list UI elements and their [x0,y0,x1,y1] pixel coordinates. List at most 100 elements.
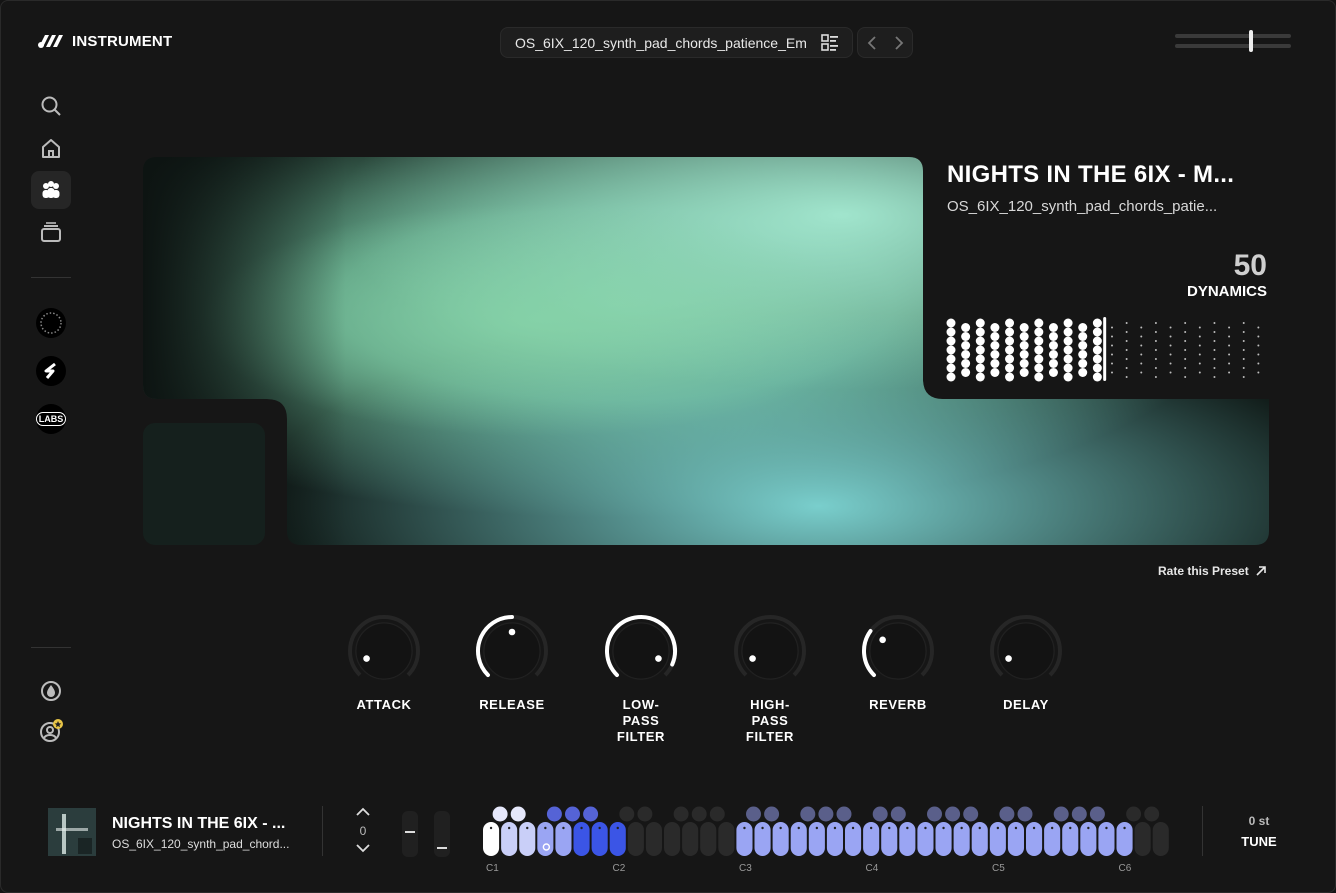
piano-black-key[interactable] [546,806,562,822]
next-preset-icon[interactable] [894,35,904,50]
piano-key[interactable] [645,822,662,856]
piano-keyboard[interactable] [482,804,1172,874]
piano-black-key[interactable] [583,806,599,822]
preset-name: OS_6IX_120_synth_pad_chords_patience_Em [515,34,807,51]
dynamics-dot-on [975,372,985,382]
knob-highpass[interactable]: HIGH- PASS FILTER [720,613,820,745]
knob-lowpass[interactable]: LOW- PASS FILTER [591,613,691,745]
piano-black-key[interactable] [963,806,979,822]
piano-black-key[interactable] [1071,806,1087,822]
sidebar-item-account[interactable] [31,712,71,750]
piano-black-key[interactable] [510,806,526,822]
piano-black-key[interactable] [927,806,942,822]
release-knob-dial[interactable] [474,613,550,689]
knob-release[interactable]: RELEASE [462,613,562,713]
piano-black-key[interactable] [836,806,852,822]
knob-delay[interactable]: DELAY [976,613,1076,713]
previous-preset-icon[interactable] [867,35,877,50]
piano-key[interactable] [718,822,735,856]
piano-black-key[interactable] [637,806,653,822]
bottom-divider-right [1202,806,1203,856]
mod-wheel[interactable] [434,811,450,857]
knob-face [997,622,1055,680]
dynamics-dot-on [1092,363,1102,373]
piano-key[interactable] [627,822,644,856]
piano-key[interactable] [1152,822,1169,856]
master-volume-slider[interactable] [1175,30,1293,52]
piano-black-key[interactable] [673,806,689,822]
dynamics-dot-off [1169,362,1172,365]
sidebar-item-search[interactable] [31,87,71,125]
knob-indicator [1005,655,1012,662]
piano-black-key[interactable] [1126,806,1142,822]
delay-knob-dial[interactable] [988,613,1064,689]
dynamics-dot-off [1198,362,1201,365]
dynamics-dot-off [1213,367,1216,369]
dynamics-dot-on [946,336,956,346]
app-logo[interactable]: INSTRUMENT [37,31,172,51]
piano-black-key[interactable] [890,806,906,822]
dynamics-dot-off [1184,331,1187,333]
piano-black-key[interactable] [1017,806,1033,822]
sidebar-item-home[interactable] [31,129,71,167]
home-icon [42,139,60,158]
piano-black-key[interactable] [1089,806,1105,822]
key-marker [562,826,565,830]
preset-list-icon[interactable] [818,33,844,53]
lowpass-knob-dial[interactable] [603,613,679,689]
preset-selector[interactable]: OS_6IX_120_synth_pad_chords_patience_Em [500,27,853,58]
dynamics-dot-off [1140,353,1143,356]
dynamics-dot-off [1242,376,1245,378]
piano-black-key[interactable] [872,806,888,822]
dynamics-dot-on [975,345,985,355]
knob-reverb[interactable]: REVERB [848,613,948,713]
dynamics-dot-on [1078,359,1088,368]
piano-black-key[interactable] [709,806,725,822]
piano-key[interactable] [700,822,717,856]
sidebar-item-library[interactable] [31,213,71,251]
piano-black-key[interactable] [999,806,1015,822]
piano-black-key[interactable] [800,806,816,822]
sidebar-item-theme[interactable] [31,672,71,710]
bottom-divider [322,806,323,856]
dynamics-dot-on [1063,345,1073,355]
piano-black-key[interactable] [691,806,707,822]
piano-black-key[interactable] [1144,806,1160,822]
piano-black-key[interactable] [764,806,780,822]
octave-down-icon[interactable] [355,843,371,853]
piano-key[interactable] [682,822,699,856]
attack-knob-dial[interactable] [346,613,422,689]
reverb-knob-dial[interactable] [860,613,936,689]
dynamics-dot-off [1257,335,1260,338]
piano-black-key[interactable] [945,806,961,822]
dynamics-dot-off [1242,358,1245,360]
sidebar-brand-labs[interactable]: LABS [35,404,67,434]
sidebar-brand-s[interactable] [36,356,66,386]
dynamics-dot-on [1005,372,1015,382]
dynamics-dot-off [1184,349,1187,351]
highpass-knob-dial[interactable] [732,613,808,689]
rate-preset-link[interactable]: Rate this Preset [1158,564,1267,578]
sidebar-divider [31,277,71,278]
key-marker [1032,826,1036,830]
sidebar-brand-ring[interactable] [36,308,66,338]
piano-black-key[interactable] [492,806,508,822]
pitch-bend-wheel[interactable] [402,811,418,857]
piano-black-key[interactable] [818,806,834,822]
dynamics-handle[interactable] [1103,317,1107,381]
now-playing-artwork [48,808,96,856]
tune-control[interactable]: 0 st TUNE [1229,814,1289,849]
piano-key[interactable] [1134,822,1151,856]
piano-black-key[interactable] [619,806,635,822]
piano-key[interactable] [664,822,681,856]
piano-black-key[interactable] [1053,806,1069,822]
knob-attack[interactable]: ATTACK [334,613,434,713]
volume-thumb[interactable] [1249,30,1253,52]
octave-up-icon[interactable] [355,807,371,817]
piano-black-key[interactable] [746,806,761,822]
dynamics-dot-on [1048,368,1058,377]
piano-black-key[interactable] [565,806,580,822]
sidebar-item-instruments[interactable] [31,171,71,209]
dynamics-slider[interactable] [945,317,1267,383]
dynamics-dot-on [961,341,971,350]
